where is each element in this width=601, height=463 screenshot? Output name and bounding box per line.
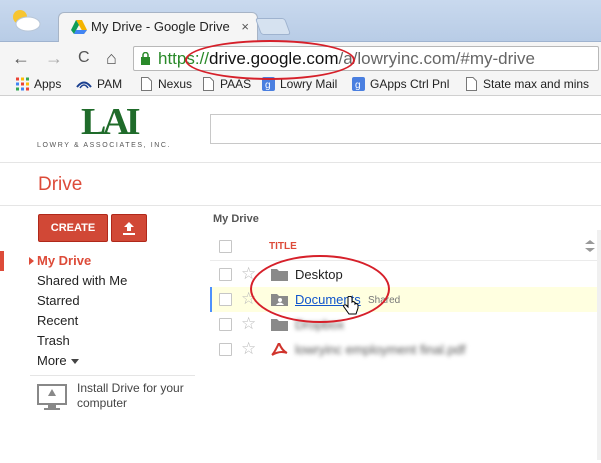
upload-button[interactable] [111,214,147,242]
sidebar-item-my-drive[interactable]: My Drive [0,251,200,271]
breadcrumb[interactable]: My Drive [213,213,259,225]
svg-text:g: g [265,80,271,91]
star-icon[interactable]: ☆ [241,314,256,334]
folders-callout [250,255,390,323]
bookmark-label: PAM [97,77,123,91]
folder-icon [271,319,288,331]
sidebar-item-label: Starred [37,293,80,308]
sidebar-item-label: Recent [37,313,79,328]
sidebar-divider [30,375,195,376]
browser-titlebar: My Drive - Google Drive × [0,0,601,43]
sidebar-item-shared-with-me[interactable]: Shared with Me [0,271,200,291]
url-callout [185,40,355,80]
table-row[interactable]: ☆ lowryinc employment final.pdf [210,337,601,362]
select-all-checkbox[interactable] [219,240,232,253]
bookmark-label: Nexus [158,77,193,91]
sidebar-item-label: Shared with Me [37,273,128,288]
tab-title: My Drive - Google Drive [91,19,230,34]
new-tab-button[interactable] [254,18,292,35]
logo-mark: LAI [81,101,141,143]
sidebar-nav: My Drive Shared with Me Starred Recent T… [0,251,200,371]
lock-icon [141,52,150,65]
url-path: /a/lowryinc.com/#my-drive [338,49,536,68]
svg-text:g: g [355,80,361,91]
file-name[interactable]: lowryinc employment final.pdf [295,342,466,357]
pdf-icon [271,343,288,356]
create-button[interactable]: CREATE [38,214,108,242]
apps-grid-icon [16,77,29,91]
caret-right-icon [29,257,34,265]
reload-icon[interactable]: C [78,48,90,68]
install-drive-text: Install Drive for your computer [77,381,184,410]
bookmark-nexus[interactable]: Nexus [140,77,192,91]
sidebar-item-starred[interactable]: Starred [0,291,200,311]
bookmark-pam[interactable]: PAM [76,77,122,91]
upload-icon [123,222,135,235]
page-icon [466,77,477,91]
active-indicator [0,251,4,271]
sidebar-item-label: My Drive [37,253,92,268]
row-checkbox[interactable] [219,293,232,306]
sidebar-item-more[interactable]: More [0,351,200,371]
bookmark-label: Apps [34,77,62,91]
bookmark-gapps[interactable]: g GApps Ctrl Pnl [352,77,449,91]
scrollbar[interactable] [597,230,601,460]
page-icon [141,77,152,91]
hand-cursor-icon [343,296,359,315]
sidebar-item-label: More [37,353,67,368]
page-header: LAI LOWRY & ASSOCIATES, INC. [0,96,601,162]
bookmark-apps[interactable]: Apps [16,77,61,91]
row-checkbox[interactable] [219,268,232,281]
weather-icon [13,10,41,32]
star-icon[interactable]: ☆ [241,339,256,359]
list-header: TITLE [210,233,601,261]
google-icon: g [352,77,365,91]
bookmark-label: State max and mins [483,77,590,91]
drive-favicon-icon [71,20,87,34]
drive-app-bar: Drive [0,162,601,206]
home-icon[interactable]: ⌂ [106,48,117,68]
browser-tab[interactable]: My Drive - Google Drive × [58,12,258,43]
title-column-header[interactable]: TITLE [269,241,297,252]
bookmark-label: GApps Ctrl Pnl [370,77,450,91]
row-checkbox[interactable] [219,343,232,356]
sidebar-item-label: Trash [37,333,70,348]
logo-tagline: LOWRY & ASSOCIATES, INC. [37,142,172,149]
forward-icon[interactable]: → [45,48,63,68]
bookmark-state-max[interactable]: State max and mins [465,77,589,91]
company-logo[interactable]: LAI LOWRY & ASSOCIATES, INC. [37,100,197,155]
drive-title[interactable]: Drive [38,174,82,196]
sidebar-item-trash[interactable]: Trash [0,331,200,351]
search-input[interactable] [210,114,601,144]
sidebar-item-recent[interactable]: Recent [0,311,200,331]
row-checkbox[interactable] [219,318,232,331]
table-row[interactable]: ☆ Dropbox [210,312,601,337]
tab-close-icon[interactable]: × [241,19,249,34]
computer-icon [37,384,67,410]
chevron-down-icon [70,359,79,365]
pam-icon [76,81,92,89]
back-icon[interactable]: ← [12,48,30,68]
page-icon [203,77,214,91]
sort-icon[interactable] [585,240,595,252]
